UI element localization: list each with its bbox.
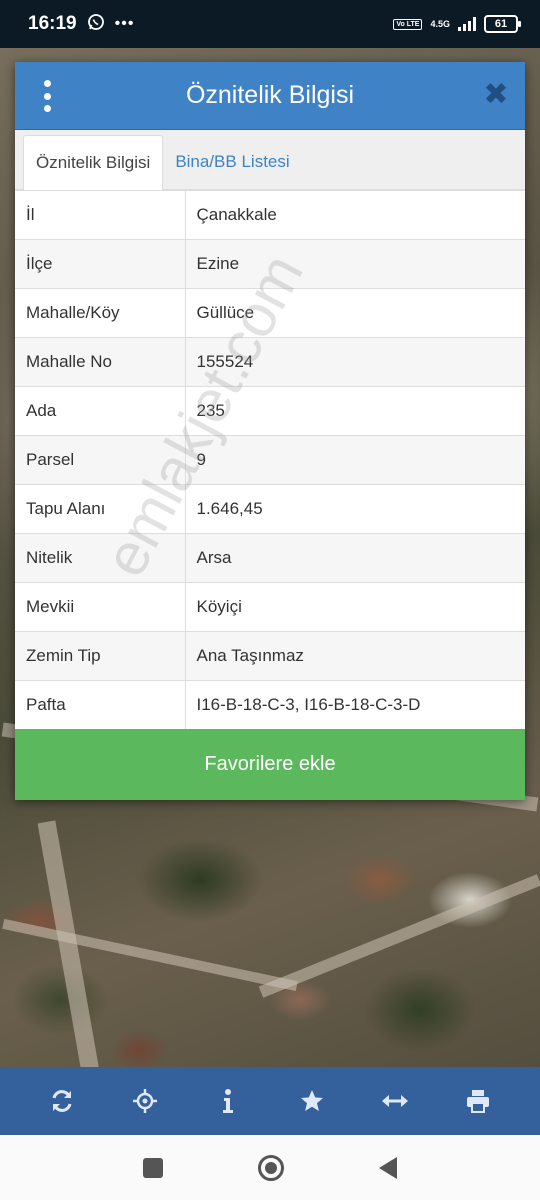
table-row: İlçe Ezine xyxy=(15,239,525,289)
recents-icon[interactable] xyxy=(143,1157,163,1178)
locate-icon[interactable] xyxy=(125,1081,165,1121)
row-key: Nitelik xyxy=(15,533,186,583)
row-key: Ada xyxy=(15,386,186,436)
measure-icon[interactable] xyxy=(375,1081,415,1121)
table-row: Nitelik Arsa xyxy=(15,533,525,583)
network-type: 4.5G xyxy=(430,18,450,29)
row-key: Mahalle/Köy xyxy=(15,288,186,338)
row-value: 155524 xyxy=(185,337,525,387)
row-value: 1.646,45 xyxy=(185,484,525,534)
row-value: Köyiçi xyxy=(185,582,525,632)
home-icon[interactable] xyxy=(258,1154,284,1181)
row-value: 235 xyxy=(185,386,525,436)
table-row: Tapu Alanı 1.646,45 xyxy=(15,484,525,534)
row-value: 9 xyxy=(185,435,525,485)
row-value: Ana Taşınmaz xyxy=(185,631,525,681)
table-row: Mahalle No 155524 xyxy=(15,337,525,387)
more-notifications-icon: ••• xyxy=(114,15,135,32)
row-value: Arsa xyxy=(185,533,525,583)
row-key: İl xyxy=(15,190,186,240)
volte-icon: Vo LTE xyxy=(393,18,423,30)
back-icon[interactable] xyxy=(379,1156,397,1179)
row-key: Zemin Tip xyxy=(15,631,186,681)
signal-icon xyxy=(458,17,476,31)
battery-level: 61 xyxy=(494,18,508,30)
attribute-dialog: Öznitelik Bilgisi ✖ Öznitelik Bilgisi Bi… xyxy=(15,62,525,800)
table-row: Ada 235 xyxy=(15,386,525,436)
row-value: Ezine xyxy=(185,239,525,289)
row-value: Çanakkale xyxy=(185,190,525,240)
table-row: Mevkii Köyiçi xyxy=(15,582,525,632)
info-icon[interactable] xyxy=(208,1081,248,1121)
row-value: I16-B-18-C-3, I16-B-18-C-3-D xyxy=(185,680,525,730)
row-key: Tapu Alanı xyxy=(15,484,186,534)
battery-icon: 61 xyxy=(484,15,521,33)
table-row: Mahalle/Köy Güllüce xyxy=(15,288,525,338)
print-icon[interactable] xyxy=(458,1081,498,1121)
row-key: Mahalle No xyxy=(15,337,186,387)
attribute-table: İl Çanakkale İlçe Ezine Mahalle/Köy Güllüce… xyxy=(15,190,525,730)
row-key: Parsel xyxy=(15,435,186,485)
more-vert-icon[interactable] xyxy=(37,80,57,112)
close-icon[interactable]: ✖ xyxy=(481,80,511,110)
row-key: Pafta xyxy=(15,680,186,730)
row-value: Güllüce xyxy=(185,288,525,338)
status-time: 16:19 xyxy=(28,13,77,34)
dialog-header: Öznitelik Bilgisi ✖ xyxy=(15,62,525,130)
status-bar: 16:19 ••• Vo LTE 4.5G 61 xyxy=(0,0,540,48)
table-row: Parsel 9 xyxy=(15,435,525,485)
table-row: Zemin Tip Ana Taşınmaz xyxy=(15,631,525,681)
whatsapp-icon xyxy=(87,13,105,36)
table-row: İl Çanakkale xyxy=(15,190,525,240)
dialog-title: Öznitelik Bilgisi xyxy=(185,81,355,109)
tab-building-list[interactable]: Bina/BB Listesi xyxy=(163,135,301,189)
table-row: Pafta I16-B-18-C-3, I16-B-18-C-3-D xyxy=(15,680,525,730)
tab-bar: Öznitelik Bilgisi Bina/BB Listesi xyxy=(15,130,525,190)
row-key: İlçe xyxy=(15,239,186,289)
tab-attribute-info[interactable]: Öznitelik Bilgisi xyxy=(23,135,164,190)
android-nav-bar xyxy=(0,1135,540,1200)
map-toolbar xyxy=(0,1067,540,1135)
row-key: Mevkii xyxy=(15,582,186,632)
star-icon[interactable] xyxy=(292,1081,332,1121)
refresh-icon[interactable] xyxy=(42,1081,82,1121)
add-to-favorites-button[interactable]: Favorilere ekle xyxy=(15,729,525,800)
